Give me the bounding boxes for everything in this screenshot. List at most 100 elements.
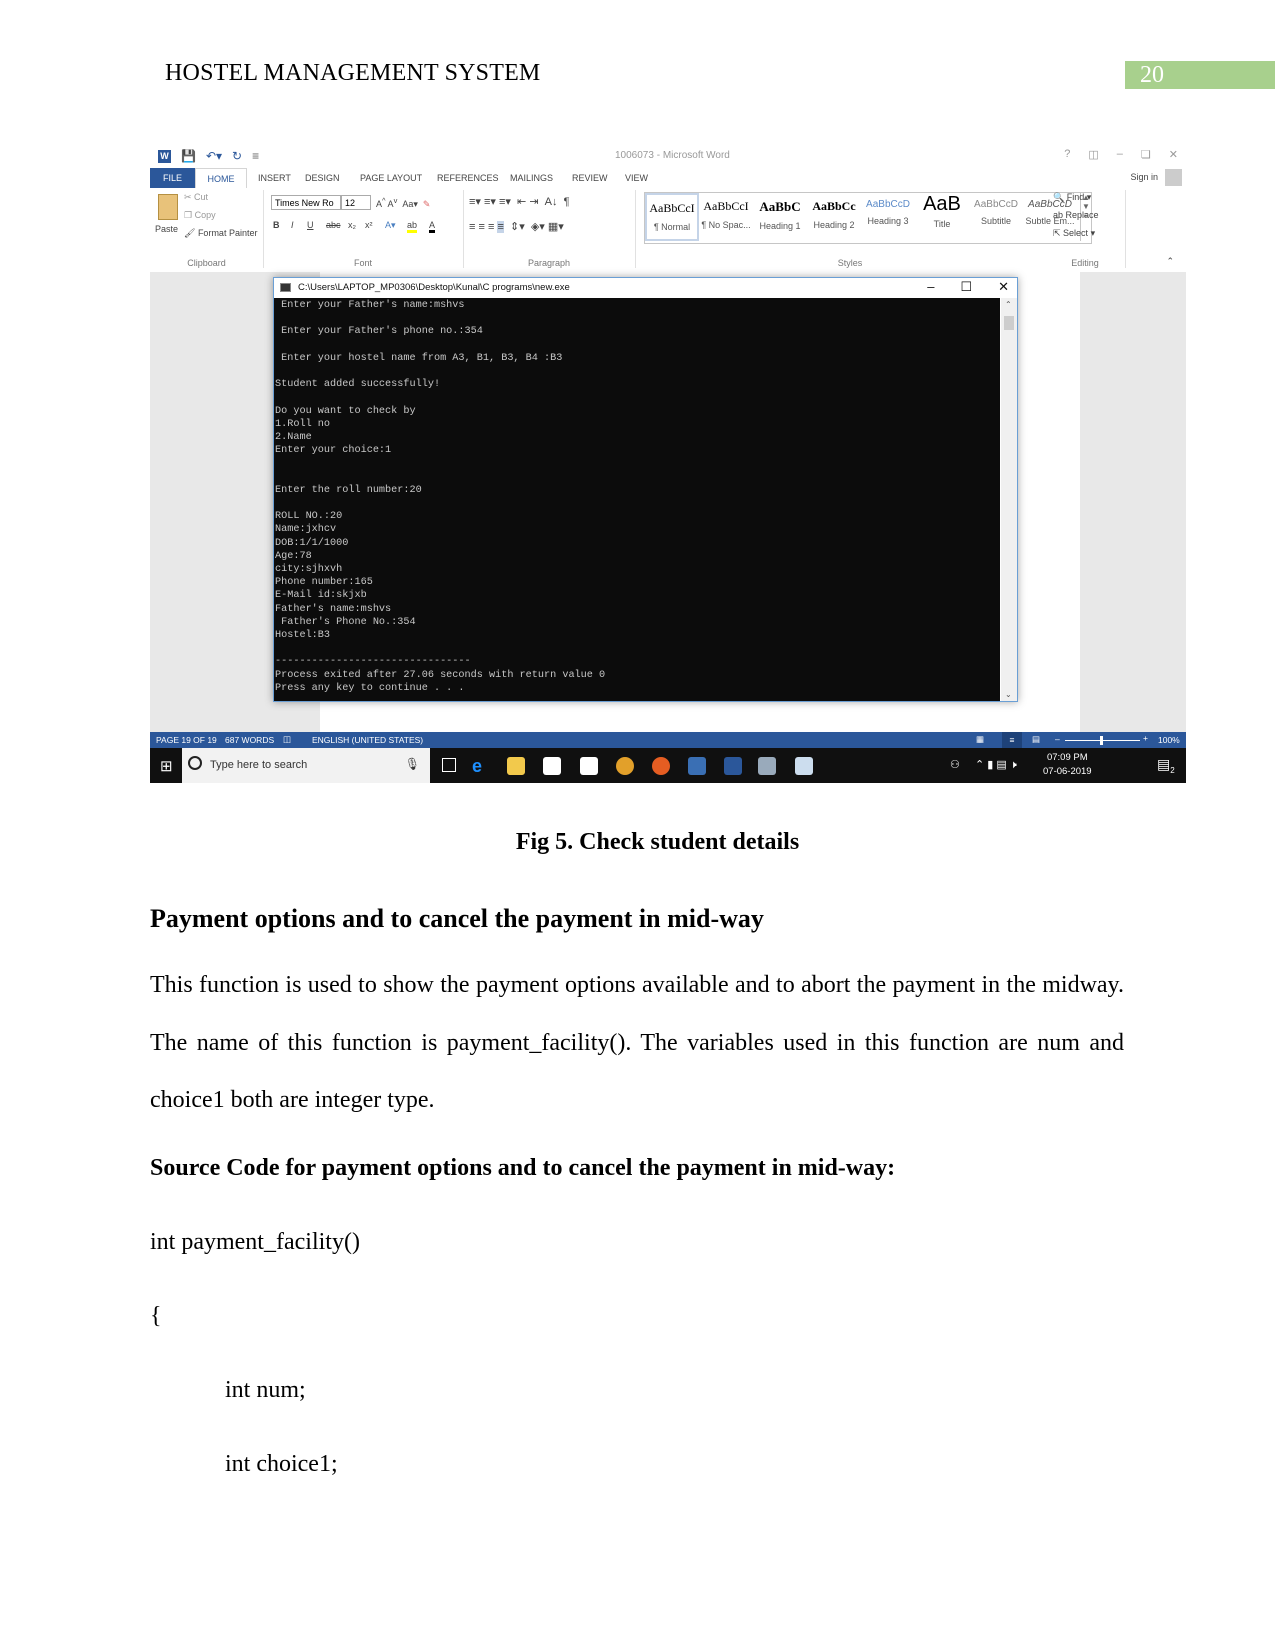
zoom-level[interactable]: 100%	[1158, 735, 1180, 745]
sign-in-link[interactable]: Sign in	[1130, 172, 1158, 182]
console-line: 1.Roll no	[275, 418, 331, 430]
tab-design[interactable]: DESIGN	[305, 168, 340, 188]
proofing-icon[interactable]: ◫	[283, 734, 291, 745]
tray-icons[interactable]: ⌃ ▮ ▤ 🕨	[975, 758, 1017, 772]
editing-group: 🔍 Find ▾ ab Replace ⇱ Select ▾ Editing	[1045, 190, 1126, 268]
help-icon[interactable]: ?	[1064, 148, 1070, 161]
minimize-icon[interactable]: –	[1117, 148, 1123, 161]
word-taskbar-icon[interactable]	[724, 757, 742, 775]
chrome-icon[interactable]	[616, 757, 634, 775]
ribbon-options-icon[interactable]: ◫	[1088, 148, 1098, 161]
italic-button[interactable]: I	[291, 220, 294, 230]
paste-icon[interactable]	[158, 194, 178, 220]
copy-button[interactable]: ❐ Copy	[184, 210, 216, 221]
console-line: Hostel:B3	[275, 630, 331, 642]
file-explorer-icon[interactable]	[507, 757, 525, 775]
alignment-buttons[interactable]: ≡ ≡ ≡ ≡ ⇕▾ ◈▾ ▦▾	[469, 220, 564, 233]
underline-button[interactable]: U	[307, 220, 314, 230]
superscript-button[interactable]: x²	[365, 220, 373, 230]
word-logo-icon: W	[158, 149, 171, 163]
highlight-icon[interactable]: ab	[407, 220, 418, 233]
paint-icon[interactable]	[795, 757, 813, 775]
find-button[interactable]: 🔍 Find ▾	[1053, 192, 1091, 203]
bold-button[interactable]: B	[273, 220, 280, 230]
clear-formatting-icon[interactable]: ✎	[423, 199, 431, 209]
customize-qat-icon[interactable]: ≡	[252, 149, 259, 163]
console-line: Enter your choice:1	[275, 445, 392, 457]
scroll-down-icon[interactable]: ⌄	[1005, 690, 1012, 699]
console-minimize-icon[interactable]: –	[927, 279, 934, 295]
ribbon-tabs: FILE HOME INSERT DESIGN PAGE LAYOUT REFE…	[150, 168, 1186, 189]
clock[interactable]: 07:09 PM 07-06-2019	[1043, 751, 1092, 779]
font-name-select[interactable]: Times New Ro	[271, 195, 341, 210]
language-indicator[interactable]: ENGLISH (UNITED STATES)	[312, 735, 423, 745]
microphone-icon[interactable]: 🎙	[405, 757, 420, 771]
save-icon[interactable]: 💾	[181, 149, 196, 163]
tab-home[interactable]: HOME	[195, 168, 247, 189]
redo-icon[interactable]: ↻	[232, 149, 242, 163]
replace-button[interactable]: ab Replace	[1053, 210, 1099, 220]
mail-icon[interactable]	[580, 757, 598, 775]
page-number: 20	[1125, 61, 1275, 89]
style-subtitle[interactable]: AaBbCcD Subtitle	[969, 193, 1023, 241]
font-color-icon[interactable]: A	[429, 220, 436, 233]
console-scrollbar[interactable]: ⌃ ⌄	[1001, 298, 1017, 701]
devcpp-icon[interactable]	[688, 757, 706, 775]
console-window: C:\Users\LAPTOP_MP0306\Desktop\Kunal\C p…	[273, 277, 1018, 702]
avatar[interactable]	[1165, 169, 1182, 186]
print-layout-icon[interactable]: ≡	[1002, 732, 1022, 748]
style-heading-3[interactable]: AaBbCcD Heading 3	[861, 193, 915, 241]
zoom-out-icon[interactable]: –	[1055, 734, 1060, 744]
font-size-select[interactable]: 12	[341, 195, 371, 210]
page-count[interactable]: PAGE 19 OF 19	[156, 735, 217, 745]
console-maximize-icon[interactable]: ☐	[960, 279, 972, 295]
web-layout-icon[interactable]: ▤	[1032, 734, 1040, 745]
quick-access-toolbar: W 💾 ↶▾ ↻ ≡	[158, 149, 259, 163]
store-icon[interactable]	[543, 757, 561, 775]
style-no-spacing[interactable]: AaBbCcI ¶ No Spac...	[699, 193, 753, 241]
tab-insert[interactable]: INSERT	[258, 168, 291, 188]
tab-file[interactable]: FILE	[150, 168, 195, 188]
restore-icon[interactable]: ❏	[1141, 148, 1151, 161]
edge-icon[interactable]: e	[472, 757, 490, 775]
select-button[interactable]: ⇱ Select ▾	[1053, 228, 1095, 239]
undo-icon[interactable]: ↶▾	[206, 149, 222, 163]
subscript-button[interactable]: x₂	[348, 220, 356, 230]
tab-review[interactable]: REVIEW	[572, 168, 608, 188]
text-effects-icon[interactable]: A▾	[385, 220, 396, 231]
word-count[interactable]: 687 WORDS	[225, 735, 274, 745]
console-taskbar-icon[interactable]	[758, 757, 776, 775]
task-view-icon[interactable]	[442, 758, 456, 772]
start-icon[interactable]: ⊞	[160, 757, 173, 775]
cortana-icon	[188, 756, 202, 770]
read-mode-icon[interactable]: ▦	[976, 734, 984, 745]
tab-mailings[interactable]: MAILINGS	[510, 168, 553, 188]
strikethrough-button[interactable]: abc	[326, 220, 341, 230]
scroll-thumb[interactable]	[1004, 316, 1014, 330]
console-line: Enter your hostel name from A3, B1, B3, …	[275, 352, 563, 364]
taskbar-search[interactable]: Type here to search 🎙	[182, 748, 430, 783]
style-heading-1[interactable]: AaBbC Heading 1	[753, 193, 807, 241]
style-title[interactable]: AaB Title	[915, 193, 969, 241]
paste-button[interactable]: Paste	[155, 224, 178, 234]
collapse-ribbon-icon[interactable]: ⌃	[1166, 256, 1174, 267]
grow-shrink-font-buttons[interactable]: A^ Av Aa▾ ✎	[376, 196, 430, 210]
style-normal[interactable]: AaBbCcI ¶ Normal	[645, 193, 699, 241]
ribbon: Paste ✂ Cut ❐ Copy 🖌 Format Painter Clip…	[150, 188, 1186, 273]
scroll-up-icon[interactable]: ⌃	[1005, 300, 1012, 309]
firefox-icon[interactable]	[652, 757, 670, 775]
list-buttons[interactable]: ≡▾ ≡▾ ≡▾ ⇤ ⇥ A↓ ¶	[469, 195, 570, 208]
tab-page-layout[interactable]: PAGE LAYOUT	[360, 168, 422, 188]
people-icon[interactable]: ⚇	[950, 758, 960, 771]
zoom-slider-thumb[interactable]	[1100, 736, 1103, 745]
console-close-icon[interactable]: ✕	[998, 279, 1009, 295]
tab-view[interactable]: VIEW	[625, 168, 648, 188]
tab-references[interactable]: REFERENCES	[437, 168, 499, 188]
style-heading-2[interactable]: AaBbCc Heading 2	[807, 193, 861, 241]
zoom-in-icon[interactable]: +	[1143, 733, 1148, 743]
cut-button[interactable]: ✂ Cut	[184, 192, 208, 203]
close-icon[interactable]: ✕	[1169, 148, 1178, 161]
action-center-icon[interactable]: ▤2	[1157, 756, 1175, 775]
format-painter-button[interactable]: 🖌 Format Painter	[184, 228, 257, 239]
